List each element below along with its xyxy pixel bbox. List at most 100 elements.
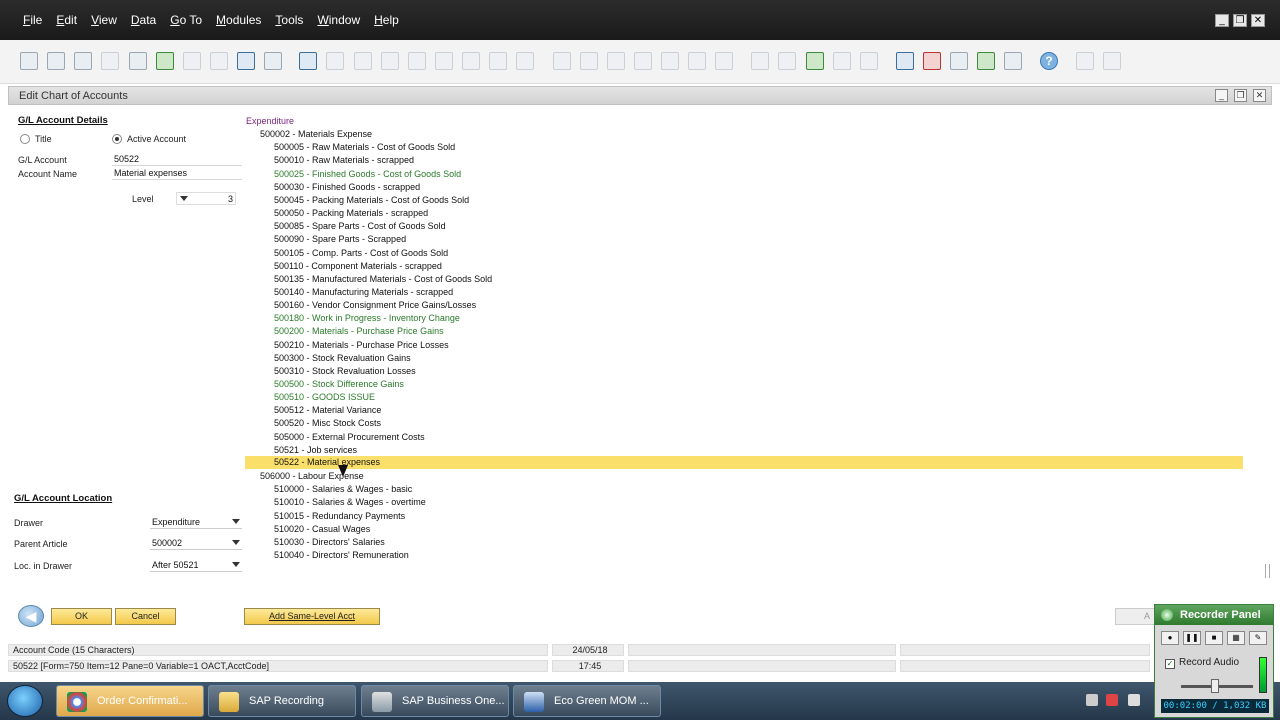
app-minimize-button[interactable]: _: [1215, 14, 1229, 27]
volume-weight-icon[interactable]: [688, 52, 706, 70]
word-export-icon[interactable]: [183, 52, 201, 70]
tree-item[interactable]: 500050 - Packing Materials - scrapped: [274, 207, 428, 219]
menu-modules[interactable]: Modules: [216, 13, 261, 27]
last-record-icon[interactable]: [435, 52, 453, 70]
pdf-export-icon[interactable]: [210, 52, 228, 70]
tree-item[interactable]: 500135 - Manufactured Materials - Cost o…: [274, 273, 492, 285]
ok-button[interactable]: OK: [51, 608, 112, 625]
add-same-level-button[interactable]: Add Same-Level Acct: [244, 608, 380, 625]
settings-icon[interactable]: [715, 52, 733, 70]
cancel-button[interactable]: Cancel: [115, 608, 176, 625]
tree-item[interactable]: 510015 - Redundancy Payments: [274, 510, 405, 522]
sms-icon[interactable]: [101, 52, 119, 70]
splitter-handle[interactable]: [1265, 564, 1270, 578]
calendar-icon[interactable]: [896, 52, 914, 70]
gross-profit-icon[interactable]: [661, 52, 679, 70]
excel-export-icon[interactable]: [156, 52, 174, 70]
tray-arrow-icon[interactable]: [1086, 694, 1098, 706]
tree-item[interactable]: 510010 - Salaries & Wages - overtime: [274, 496, 426, 508]
tree-item[interactable]: 500210 - Materials - Purchase Price Loss…: [274, 339, 449, 351]
tree-item[interactable]: 510040 - Directors' Remuneration: [274, 549, 409, 561]
tree-item[interactable]: 506000 - Labour Expense: [260, 470, 364, 482]
tree-item[interactable]: 510030 - Directors' Salaries: [274, 536, 385, 548]
add-icon[interactable]: [326, 52, 344, 70]
start-button[interactable]: [7, 685, 43, 717]
tree-item[interactable]: 500512 - Material Variance: [274, 404, 381, 416]
save-icon[interactable]: [129, 52, 147, 70]
tree-item[interactable]: Expenditure: [246, 115, 294, 127]
print-icon[interactable]: [47, 52, 65, 70]
tree-item[interactable]: 500200 - Materials - Purchase Price Gain…: [274, 325, 444, 337]
menu-edit[interactable]: Edit: [56, 13, 77, 27]
taskbar-item-word[interactable]: Eco Green MOM ...: [513, 685, 661, 717]
tree-item[interactable]: 500160 - Vendor Consignment Price Gains/…: [274, 299, 476, 311]
sort-icon[interactable]: [516, 52, 534, 70]
menu-tools[interactable]: Tools: [275, 13, 303, 27]
tree-item[interactable]: 500002 - Materials Expense: [260, 128, 372, 140]
lock-screen-icon[interactable]: [264, 52, 282, 70]
base-document-icon[interactable]: [553, 52, 571, 70]
draw-button-icon[interactable]: ✎: [1249, 631, 1267, 645]
messages-icon[interactable]: [833, 52, 851, 70]
tree-item[interactable]: 500030 - Finished Goods - scrapped: [274, 181, 420, 193]
menu-goto[interactable]: Go To: [170, 13, 202, 27]
menu-file[interactable]: File: [23, 13, 42, 27]
tree-item[interactable]: 50521 - Job services: [274, 444, 357, 456]
loc-in-drawer-select[interactable]: After 50521: [150, 559, 242, 572]
window-minimize-button[interactable]: _: [1215, 89, 1228, 102]
gl-account-field[interactable]: 50522: [112, 154, 242, 166]
tray-network-icon[interactable]: [1106, 694, 1118, 706]
app-close-button[interactable]: ✕: [1251, 14, 1265, 27]
next-record-icon[interactable]: [408, 52, 426, 70]
menu-window[interactable]: Window: [317, 13, 360, 27]
tree-item[interactable]: 500010 - Raw Materials - scrapped: [274, 154, 414, 166]
filter-icon[interactable]: [489, 52, 507, 70]
tree-item[interactable]: 500300 - Stock Revaluation Gains: [274, 352, 411, 364]
preview-icon[interactable]: [20, 52, 38, 70]
tree-item-selected[interactable]: 50522 - Material expenses: [245, 455, 1243, 469]
active-account-radio[interactable]: [112, 134, 122, 144]
tray-battery-icon[interactable]: [1128, 694, 1140, 706]
form-settings-icon[interactable]: [806, 52, 824, 70]
layout-icon[interactable]: [1103, 52, 1121, 70]
title-radio[interactable]: [20, 134, 30, 144]
account-name-field[interactable]: Material expenses: [112, 168, 242, 180]
slider-knob[interactable]: [1211, 679, 1219, 693]
tree-item[interactable]: 500500 - Stock Difference Gains: [274, 378, 404, 390]
record-button-icon[interactable]: ●: [1161, 631, 1179, 645]
target-document-icon[interactable]: [580, 52, 598, 70]
edit-icon[interactable]: [751, 52, 769, 70]
taskbar-item-sap[interactable]: SAP Business One...: [361, 685, 509, 717]
menu-help[interactable]: Help: [374, 13, 399, 27]
volume-slider[interactable]: [1181, 679, 1253, 693]
tree-item[interactable]: 500045 - Packing Materials - Cost of Goo…: [274, 194, 469, 206]
window-restore-button[interactable]: ❐: [1234, 89, 1247, 102]
parent-article-select[interactable]: 500002: [150, 537, 242, 550]
tree-item[interactable]: 500140 - Manufacturing Materials - scrap…: [274, 286, 453, 298]
copy-icon[interactable]: [778, 52, 796, 70]
calculator-icon[interactable]: [950, 52, 968, 70]
journal-icon[interactable]: [607, 52, 625, 70]
tree-item[interactable]: 500180 - Work in Progress - Inventory Ch…: [274, 312, 460, 324]
refresh-icon[interactable]: [462, 52, 480, 70]
org-chart-icon[interactable]: [977, 52, 995, 70]
launch-app-icon[interactable]: [237, 52, 255, 70]
tree-item[interactable]: 510020 - Casual Wages: [274, 523, 370, 535]
back-button[interactable]: ◀: [18, 605, 44, 627]
drawer-select[interactable]: Expenditure: [150, 516, 242, 529]
drag-relate-icon[interactable]: [1076, 52, 1094, 70]
find-icon[interactable]: [299, 52, 317, 70]
stop-button-icon[interactable]: ■: [1205, 631, 1223, 645]
help-icon[interactable]: ?: [1040, 52, 1058, 70]
level-stepper[interactable]: 3: [176, 192, 236, 205]
tree-item[interactable]: 500310 - Stock Revaluation Losses: [274, 365, 416, 377]
tree-item[interactable]: 500005 - Raw Materials - Cost of Goods S…: [274, 141, 455, 153]
settings-button-icon[interactable]: ▦: [1227, 631, 1245, 645]
tree-item[interactable]: 500510 - GOODS ISSUE: [274, 391, 375, 403]
pause-button-icon[interactable]: ❚❚: [1183, 631, 1201, 645]
tree-item[interactable]: 500520 - Misc Stock Costs: [274, 417, 381, 429]
tree-item[interactable]: 505000 - External Procurement Costs: [274, 431, 425, 443]
payment-means-icon[interactable]: [634, 52, 652, 70]
mail-alert-icon[interactable]: [923, 52, 941, 70]
user-icon[interactable]: [1004, 52, 1022, 70]
